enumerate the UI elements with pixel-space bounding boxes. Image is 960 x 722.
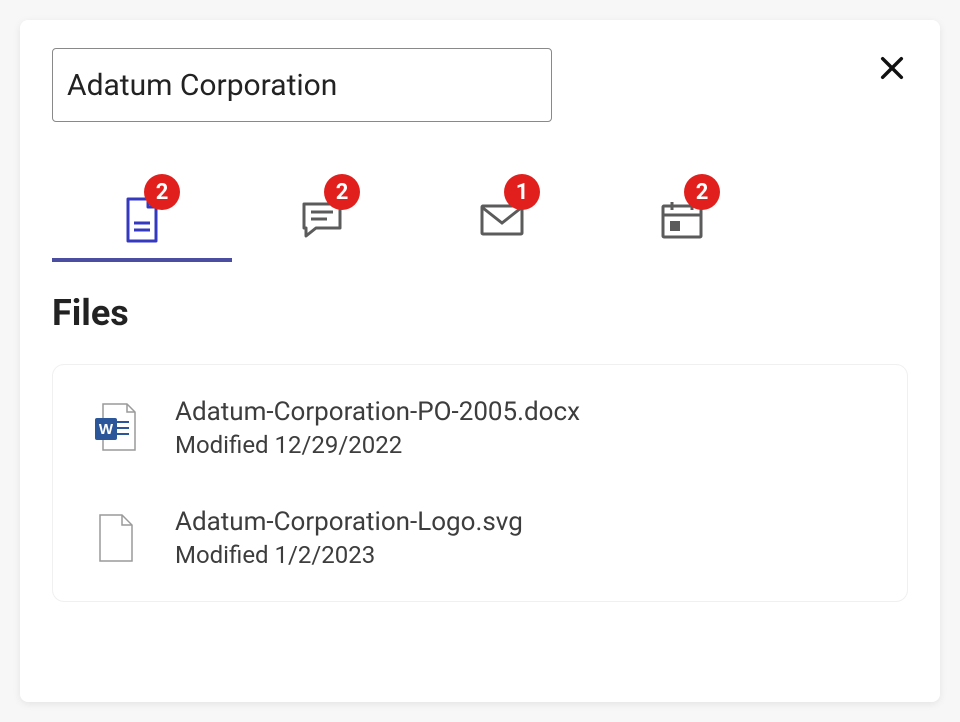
file-name: Adatum-Corporation-Logo.svg bbox=[175, 507, 523, 537]
tab-calendar-badge: 2 bbox=[684, 174, 720, 210]
file-meta: Modified 1/2/2023 bbox=[175, 541, 523, 569]
result-tabs: 2 2 1 bbox=[52, 182, 908, 262]
generic-file-icon bbox=[93, 513, 139, 563]
search-input[interactable] bbox=[52, 48, 552, 122]
tab-files-badge: 2 bbox=[144, 174, 180, 210]
list-item[interactable]: Adatum-Corporation-Logo.svg Modified 1/2… bbox=[53, 483, 907, 593]
tab-chat[interactable]: 2 bbox=[232, 182, 412, 262]
tab-mail[interactable]: 1 bbox=[412, 182, 592, 262]
file-list: W Adatum-Corporation-PO-2005.docx Modifi… bbox=[52, 364, 908, 602]
close-button[interactable] bbox=[872, 48, 912, 88]
file-text: Adatum-Corporation-PO-2005.docx Modified… bbox=[175, 397, 580, 459]
search-results-card: 2 2 1 bbox=[20, 20, 940, 702]
svg-text:W: W bbox=[99, 421, 114, 438]
list-item[interactable]: W Adatum-Corporation-PO-2005.docx Modifi… bbox=[53, 373, 907, 483]
tab-mail-badge: 1 bbox=[504, 174, 540, 210]
file-meta: Modified 12/29/2022 bbox=[175, 431, 580, 459]
section-title: Files bbox=[52, 292, 908, 334]
tab-calendar[interactable]: 2 bbox=[592, 182, 772, 262]
close-icon bbox=[876, 72, 908, 87]
tab-chat-badge: 2 bbox=[324, 174, 360, 210]
file-name: Adatum-Corporation-PO-2005.docx bbox=[175, 397, 580, 427]
tab-files[interactable]: 2 bbox=[52, 182, 232, 262]
word-document-icon: W bbox=[93, 402, 139, 454]
file-text: Adatum-Corporation-Logo.svg Modified 1/2… bbox=[175, 507, 523, 569]
